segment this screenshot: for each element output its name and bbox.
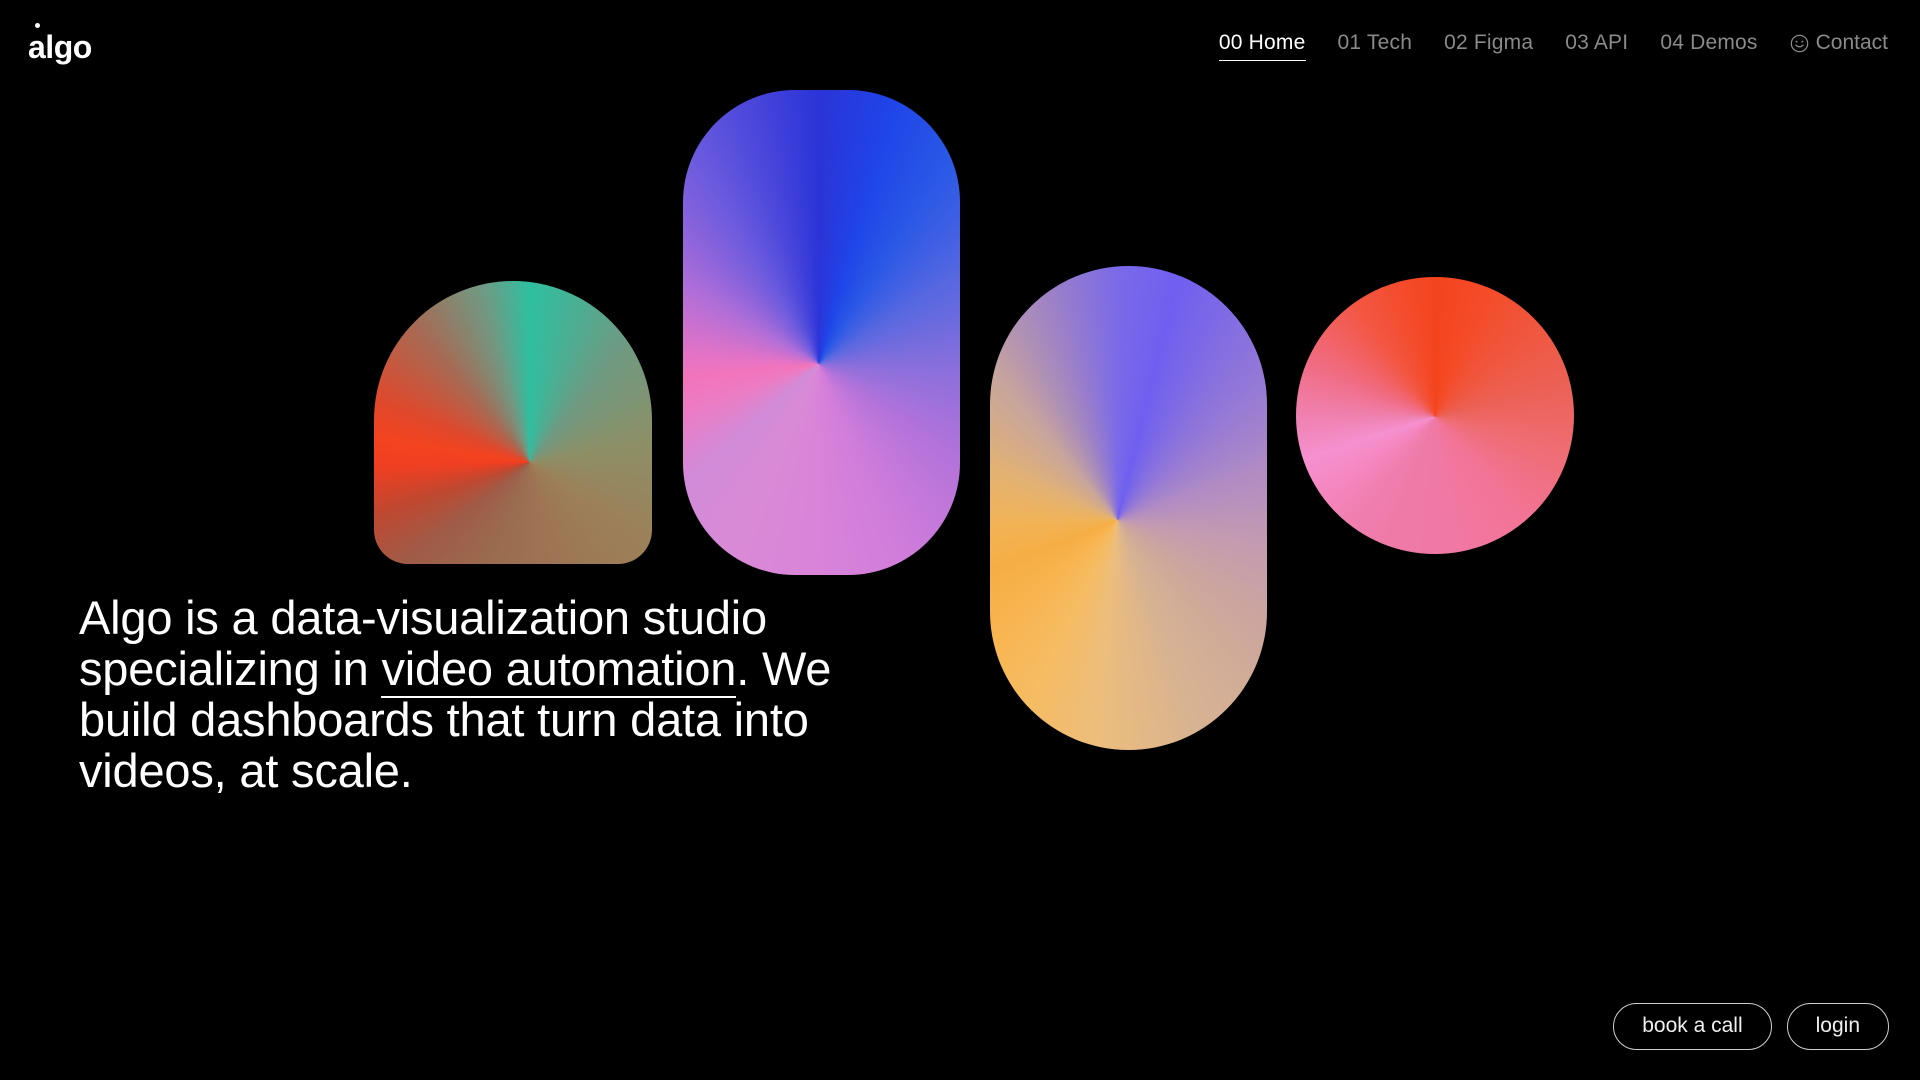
nav-item-demos[interactable]: 04 Demos: [1644, 27, 1773, 63]
nav-item-tech[interactable]: 01 Tech: [1322, 27, 1429, 63]
nav-item-contact[interactable]: Contact: [1774, 27, 1890, 63]
site-header: algo 00 Home 01 Tech 02 Figma 03 API 04 …: [0, 0, 1920, 90]
hero-shape-group: [0, 0, 1920, 1080]
book-a-call-button[interactable]: book a call: [1613, 1003, 1772, 1050]
nav-item-figma[interactable]: 02 Figma: [1428, 27, 1549, 63]
nav-item-contact-label: Contact: [1815, 31, 1888, 54]
nav-item-figma-label: 02 Figma: [1444, 31, 1534, 54]
nav-item-tech-label: 01 Tech: [1337, 31, 1413, 54]
headline-link-video-automation[interactable]: video automation: [381, 642, 736, 698]
main-navigation: 00 Home 01 Tech 02 Figma 03 API 04 Demos: [1203, 27, 1890, 63]
nav-item-home[interactable]: 00 Home: [1203, 27, 1322, 63]
gradient-shape-capsule: [990, 266, 1267, 750]
nav-item-api[interactable]: 03 API: [1549, 27, 1644, 63]
nav-item-home-label: 00 Home: [1218, 31, 1306, 54]
login-button[interactable]: login: [1786, 1003, 1889, 1050]
page-root: algo 00 Home 01 Tech 02 Figma 03 API 04 …: [0, 0, 1920, 1080]
gradient-shape-arch: [374, 281, 652, 564]
nav-item-demos-label: 04 Demos: [1660, 31, 1758, 54]
nav-active-underline: [1218, 59, 1306, 61]
logo[interactable]: algo: [28, 23, 92, 65]
logo-text: algo: [28, 29, 92, 65]
hero-headline: Algo is a data-visualization studio spec…: [79, 592, 899, 796]
gradient-shape-circle: [1296, 277, 1574, 554]
logo-dot-icon: [35, 23, 40, 28]
nav-item-api-label: 03 API: [1565, 31, 1629, 54]
footer-actions: book a call login: [1613, 1003, 1889, 1050]
gradient-shape-rounded-rect: [683, 90, 960, 575]
smiley-face-icon: [1790, 34, 1808, 52]
